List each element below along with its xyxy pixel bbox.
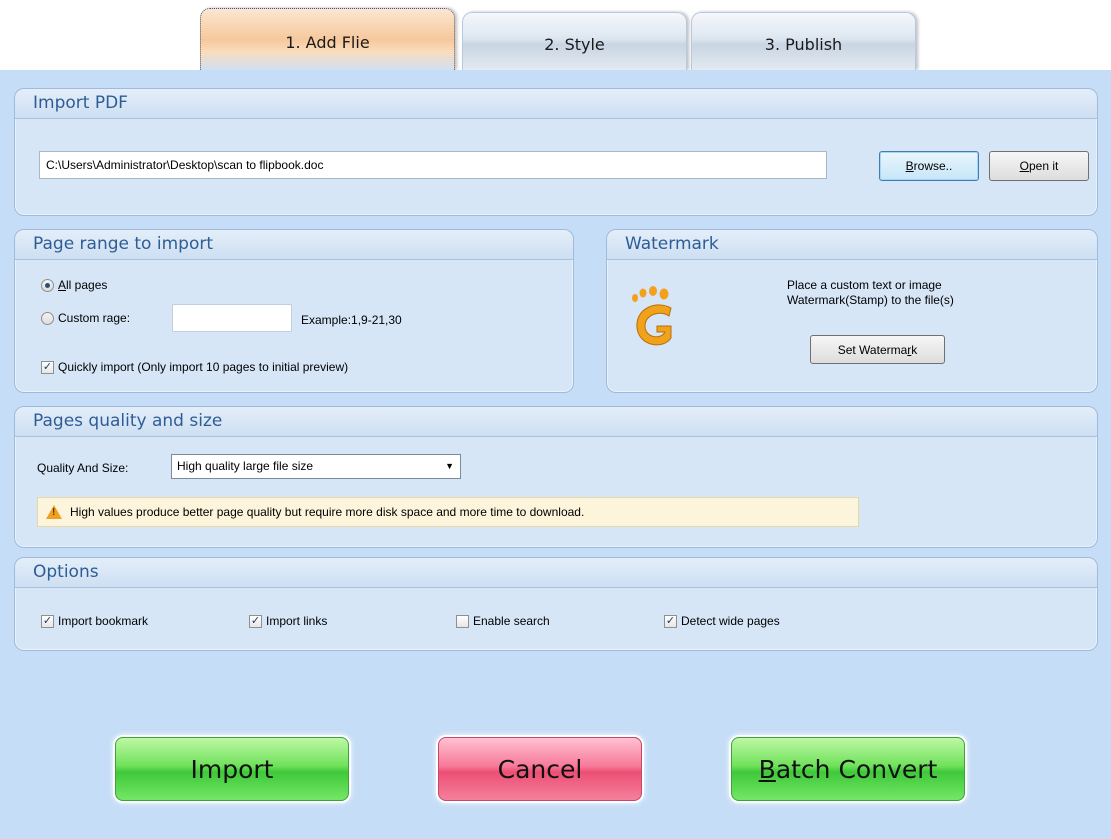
watermark-description-2: Watermark(Stamp) to the file(s): [787, 293, 954, 307]
quality-notice: High values produce better page quality …: [37, 497, 859, 527]
quality-label: Quality And Size:: [37, 461, 129, 475]
watermark-panel: Watermark Place a custom text or image W…: [606, 229, 1098, 393]
watermark-title: Watermark: [607, 230, 1097, 260]
quality-title: Pages quality and size: [15, 407, 1097, 437]
import-bookmark-label: Import bookmark: [58, 614, 149, 628]
range-example: Example:1,9-21,30: [301, 313, 402, 327]
custom-range-input[interactable]: [172, 304, 292, 332]
tab-style-label: 2. Style: [544, 35, 605, 54]
import-bookmark-checkbox[interactable]: ✓ Import bookmark: [41, 614, 148, 628]
enable-search-check-icon: [456, 614, 469, 628]
all-pages-radio[interactable]: All pages: [41, 278, 107, 292]
enable-search-checkbox[interactable]: Enable search: [456, 614, 550, 628]
quick-import-checkbox[interactable]: ✓ Quickly import (Only import 10 pages t…: [41, 360, 348, 374]
tab-style[interactable]: 2. Style: [462, 12, 687, 70]
enable-search-label: Enable search: [473, 614, 550, 628]
main-content: Import PDF C:\Users\Administrator\Deskto…: [0, 70, 1111, 839]
import-links-check-icon: ✓: [249, 614, 262, 628]
detect-wide-pages-check-icon: ✓: [664, 614, 677, 628]
watermark-description-1: Place a custom text or image: [787, 278, 942, 292]
tab-bar: 2. Style 3. Publish 1. Add Flie: [0, 8, 1111, 70]
warning-icon: [46, 505, 62, 519]
detect-wide-pages-checkbox[interactable]: ✓ Detect wide pages: [664, 614, 780, 628]
all-pages-radio-dot: [41, 278, 54, 292]
tab-add-file-label: 1. Add Flie: [285, 33, 370, 52]
custom-range-radio-dot: [41, 311, 54, 325]
import-links-checkbox[interactable]: ✓ Import links: [249, 614, 327, 628]
import-pdf-title: Import PDF: [15, 89, 1097, 119]
footprint-g-icon: [632, 286, 672, 346]
options-panel: Options ✓ Import bookmark ✓ Import links…: [14, 557, 1098, 651]
tab-publish-label: 3. Publish: [764, 35, 843, 54]
quality-panel: Pages quality and size Quality And Size:…: [14, 406, 1098, 548]
batch-convert-button[interactable]: Batch Convert: [731, 737, 965, 801]
set-watermark-button[interactable]: Set Watermark: [810, 335, 945, 364]
import-button[interactable]: Import: [115, 737, 349, 801]
browse-button-label: Browse..: [905, 159, 953, 173]
page-range-title: Page range to import: [15, 230, 573, 260]
quick-import-label: Quickly import (Only import 10 pages to …: [58, 360, 349, 374]
page-range-panel: Page range to import All pages Custom ra…: [14, 229, 574, 393]
open-it-button-label: Open it: [1019, 159, 1059, 173]
chevron-down-icon: ▼: [445, 461, 454, 471]
options-title: Options: [15, 558, 1097, 588]
all-pages-label: All pages: [58, 278, 108, 292]
import-bookmark-check-icon: ✓: [41, 614, 54, 628]
tab-add-file[interactable]: 1. Add Flie: [200, 8, 455, 70]
open-it-button[interactable]: Open it: [989, 151, 1089, 181]
quality-select[interactable]: High quality large file size ▼: [171, 454, 461, 479]
import-links-label: Import links: [266, 614, 328, 628]
import-pdf-panel: Import PDF C:\Users\Administrator\Deskto…: [14, 88, 1098, 216]
custom-range-label: Custom rage:: [58, 311, 131, 325]
pdf-path-input[interactable]: C:\Users\Administrator\Desktop\scan to f…: [39, 151, 827, 179]
detect-wide-pages-label: Detect wide pages: [681, 614, 780, 628]
quality-select-value: High quality large file size: [177, 459, 314, 473]
tab-publish[interactable]: 3. Publish: [691, 12, 916, 70]
custom-range-radio[interactable]: Custom rage:: [41, 311, 130, 325]
batch-convert-label: Batch Convert: [758, 754, 938, 784]
browse-button[interactable]: Browse..: [879, 151, 979, 181]
set-watermark-label: Set Watermark: [837, 342, 918, 357]
quick-import-check-icon: ✓: [41, 360, 54, 374]
cancel-button[interactable]: Cancel: [438, 737, 642, 801]
quality-notice-text: High values produce better page quality …: [70, 505, 585, 519]
